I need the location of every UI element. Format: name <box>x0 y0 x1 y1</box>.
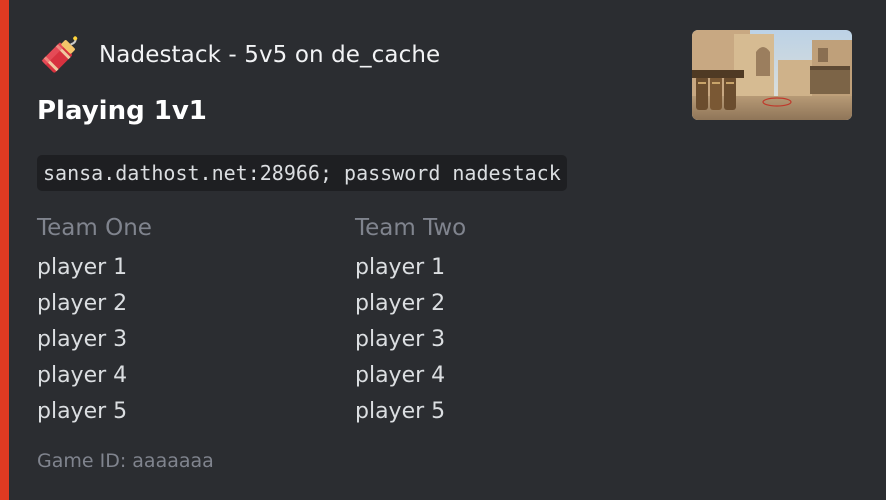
de-cache-scene-image <box>692 30 852 120</box>
embed-author-name: Nadestack - 5v5 on de_cache <box>99 42 441 68</box>
team-two-player: player 2 <box>355 291 446 316</box>
team-one-name: Team One <box>37 215 152 241</box>
team-one-players: player 1 player 2 player 3 player 4 play… <box>37 250 337 430</box>
team-one-player: player 3 <box>37 327 128 352</box>
game-embed: Nadestack - 5v5 on de_cache Playing 1v1 … <box>0 0 886 500</box>
team-two-players: player 1 player 2 player 3 player 4 play… <box>355 250 655 430</box>
team-one-player: player 2 <box>37 291 128 316</box>
team-two-player: player 5 <box>355 399 446 424</box>
team-one-player: player 4 <box>37 363 128 388</box>
map-thumbnail[interactable] <box>692 30 852 120</box>
team-two-name: Team Two <box>355 215 467 241</box>
connect-command-code: sansa.dathost.net:28966; password nadest… <box>37 155 567 191</box>
embed-footer-game-id: Game ID: aaaaaaa <box>37 450 214 472</box>
team-two-player: player 3 <box>355 327 446 352</box>
team-one-player: player 1 <box>37 255 128 280</box>
firecracker-icon <box>37 32 83 78</box>
embed-author: Nadestack - 5v5 on de_cache <box>37 30 440 80</box>
team-two-player: player 4 <box>355 363 446 388</box>
team-one-player: player 5 <box>37 399 128 424</box>
team-two-field: Team Two player 1 player 2 player 3 play… <box>355 210 655 430</box>
team-one-field: Team One player 1 player 2 player 3 play… <box>37 210 337 430</box>
team-two-player: player 1 <box>355 255 446 280</box>
embed-title: Playing 1v1 <box>37 96 207 126</box>
